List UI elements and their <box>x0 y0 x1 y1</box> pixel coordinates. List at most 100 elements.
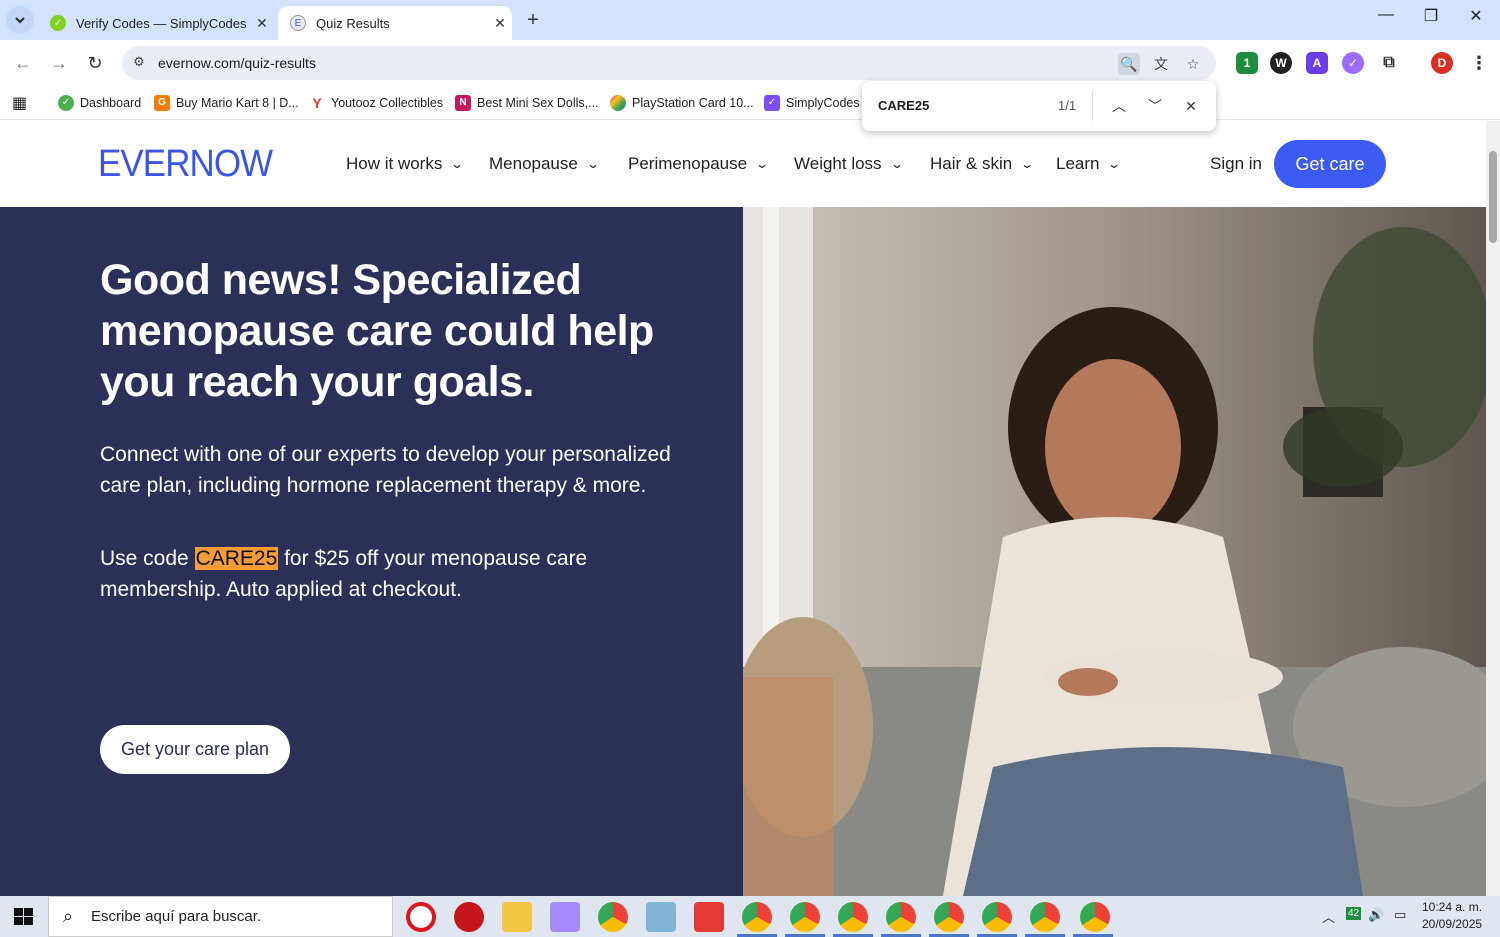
find-in-page-icon[interactable]: 🔍 <box>1118 53 1140 75</box>
chrome-profile-icon[interactable] <box>742 902 772 932</box>
search-icon: ⌕ <box>63 906 74 926</box>
promo-code-text: Use code CARE25 for $25 off your menopau… <box>100 547 588 601</box>
chrome-profile-icon[interactable] <box>934 902 964 932</box>
site-header: EVERNOW How it works ⌄ Menopause ⌄ Perimen… <box>0 121 1486 207</box>
nav-learn[interactable]: Learn ⌄ <box>1056 154 1122 174</box>
browser-titlebar: ✓ Verify Codes — SimplyCodes ✕ E Quiz Re… <box>0 0 1500 40</box>
chevron-down-icon: ⌄ <box>1020 157 1035 171</box>
find-match-count: 1/1 <box>1058 98 1077 113</box>
windows-taskbar: ⌕ Escribe aquí para buscar. ︿ 42 🔊 ▭ 10:… <box>0 896 1500 937</box>
tray-expand-icon[interactable]: ︿ <box>1322 907 1335 926</box>
page-scrollbar[interactable] <box>1486 121 1500 896</box>
find-query-input[interactable]: CARE25 <box>878 98 929 113</box>
find-previous-icon[interactable]: ︿ <box>1107 94 1131 118</box>
windows-start-icon[interactable] <box>10 904 38 930</box>
bookmark-item[interactable]: ✓ SimplyCodes E <box>764 92 871 114</box>
get-care-button[interactable]: Get care <box>1274 140 1386 188</box>
nav-weight-loss[interactable]: Weight loss ⌄ <box>794 154 904 174</box>
address-bar[interactable]: ⚙ evernow.com/quiz-results 🔍 文 ☆ <box>122 46 1216 80</box>
nav-how-it-works[interactable]: How it works ⌄ <box>346 154 465 174</box>
find-close-icon[interactable]: ✕ <box>1179 94 1203 118</box>
tab-title: Quiz Results <box>316 15 390 31</box>
apps-grid-icon[interactable]: ▦ <box>12 92 27 114</box>
bookmark-item[interactable]: Y Youtooz Collectibles <box>309 92 443 114</box>
extension-a-icon[interactable]: A <box>1306 52 1328 74</box>
chrome-profile-icon[interactable] <box>886 902 916 932</box>
file-explorer-icon[interactable] <box>502 902 532 932</box>
tab-quiz-results[interactable]: E Quiz Results ✕ <box>278 6 512 40</box>
chrome-profile-icon[interactable] <box>982 902 1012 932</box>
bookmark-favicon-icon <box>610 95 626 111</box>
clock-date[interactable]: 20/09/2025 <box>1422 917 1482 931</box>
clock-time[interactable]: 10:24 a. m. <box>1422 900 1482 914</box>
sign-in-link[interactable]: Sign in <box>1210 154 1262 174</box>
profile-avatar[interactable]: D <box>1431 52 1453 74</box>
bookmark-favicon-icon: ✓ <box>58 95 74 111</box>
tab-title: Verify Codes — SimplyCodes <box>76 15 247 31</box>
menu-kebab-icon[interactable]: ⋮ <box>1468 52 1490 74</box>
close-tab-icon[interactable]: ✕ <box>488 15 512 32</box>
network-icon[interactable]: ▭ <box>1394 907 1406 923</box>
bookmark-star-icon[interactable]: ☆ <box>1182 53 1204 75</box>
get-care-plan-button[interactable]: Get your care plan <box>100 725 290 774</box>
hero-photo <box>743 207 1486 896</box>
chrome-profile-icon[interactable] <box>1030 902 1060 932</box>
find-highlight: CARE25 <box>194 547 279 570</box>
nav-menopause[interactable]: Menopause ⌄ <box>489 154 600 174</box>
simplycodes-favicon-icon: ✓ <box>50 15 66 31</box>
bookmarks-bar: ▦ ✓ Dashboard G Buy Mario Kart 8 | D... YY… <box>0 86 1500 120</box>
chevron-down-icon: ⌄ <box>450 157 465 171</box>
back-button[interactable]: ← <box>10 50 36 76</box>
find-next-icon[interactable]: ﹀ <box>1143 94 1167 118</box>
bookmark-item[interactable]: G Buy Mario Kart 8 | D... <box>154 92 299 114</box>
divider <box>1092 91 1093 121</box>
chevron-down-icon: ⌄ <box>755 157 770 171</box>
chrome-profile-icon[interactable] <box>838 902 868 932</box>
woman-on-couch-photo <box>743 207 1486 896</box>
maximize-button[interactable]: ❐ <box>1411 6 1451 26</box>
chrome-profile-icon[interactable] <box>1080 902 1110 932</box>
bookmark-item[interactable]: N Best Mini Sex Dolls,... <box>455 92 599 114</box>
nav-hair-skin[interactable]: Hair & skin ⌄ <box>930 154 1035 174</box>
extensions-puzzle-icon[interactable]: ⧉ <box>1378 52 1400 74</box>
nav-perimenopause[interactable]: Perimenopause ⌄ <box>628 154 770 174</box>
volume-icon[interactable]: 🔊 <box>1368 907 1384 923</box>
extension-simplycodes-icon[interactable]: ✓ <box>1342 52 1364 74</box>
chevron-down-icon: ⌄ <box>585 157 600 171</box>
url-text[interactable]: evernow.com/quiz-results <box>158 55 316 71</box>
translate-icon[interactable]: 文 <box>1150 53 1172 75</box>
tab-search-button[interactable] <box>6 6 34 34</box>
app-blue-icon[interactable] <box>646 902 676 932</box>
bookmark-favicon-icon: Y <box>309 95 325 111</box>
chrome-icon[interactable] <box>598 902 628 932</box>
taskbar-search-box[interactable]: ⌕ Escribe aquí para buscar. <box>48 896 393 937</box>
find-in-page-bar: CARE25 1/1 ︿ ﹀ ✕ <box>862 81 1216 131</box>
bookmark-item[interactable]: PlayStation Card 10... <box>610 92 754 114</box>
hero-description: Connect with one of our experts to devel… <box>100 443 671 497</box>
app-red-icon[interactable] <box>454 902 484 932</box>
forward-button[interactable]: → <box>46 50 72 76</box>
reload-button[interactable]: ↻ <box>82 50 108 76</box>
wps-office-icon[interactable] <box>694 902 724 932</box>
chrome-profile-icon[interactable] <box>790 902 820 932</box>
app-feather-icon[interactable] <box>550 902 580 932</box>
tab-verify-codes[interactable]: ✓ Verify Codes — SimplyCodes ✕ <box>38 6 274 40</box>
minimize-button[interactable]: — <box>1366 6 1406 24</box>
bookmark-favicon-icon: ✓ <box>764 95 780 111</box>
bookmark-item[interactable]: ✓ Dashboard <box>58 92 141 114</box>
close-window-button[interactable]: ✕ <box>1456 6 1496 26</box>
tray-badge[interactable]: 42 <box>1346 907 1362 920</box>
new-tab-button[interactable]: + <box>520 8 546 34</box>
chevron-down-icon <box>15 17 25 24</box>
site-info-icon[interactable]: ⚙ <box>130 54 148 72</box>
bookmark-favicon-icon: N <box>455 95 471 111</box>
scrollbar-thumb[interactable] <box>1489 151 1497 243</box>
opera-icon[interactable] <box>406 902 436 932</box>
extension-w-icon[interactable]: W <box>1270 52 1292 74</box>
search-placeholder: Escribe aquí para buscar. <box>91 908 262 925</box>
chevron-down-icon: ⌄ <box>889 157 904 171</box>
extension-green-icon[interactable]: 1 <box>1236 52 1258 74</box>
close-tab-icon[interactable]: ✕ <box>250 15 274 32</box>
chevron-down-icon: ⌄ <box>1107 157 1122 171</box>
evernow-logo[interactable]: EVERNOW <box>98 143 273 186</box>
